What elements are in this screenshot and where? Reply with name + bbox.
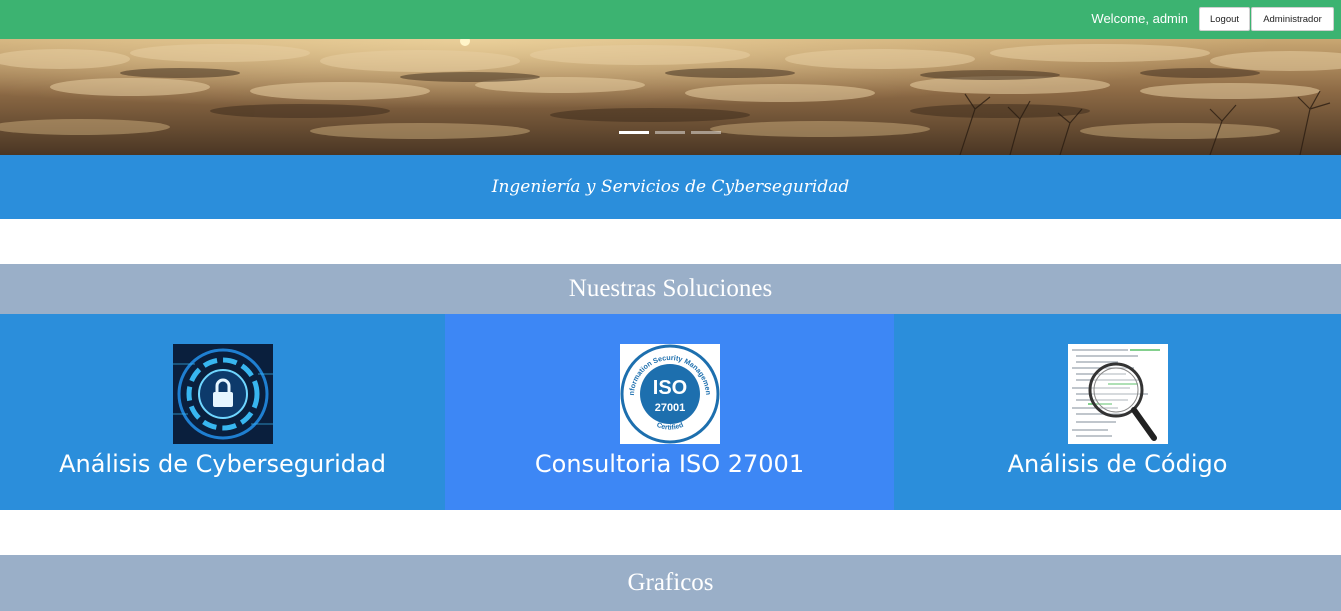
carousel-indicators: [619, 131, 721, 134]
iso-27001-certified-badge: Information Security Management ISO 2700…: [619, 344, 720, 444]
solution-code-analysis[interactable]: Análisis de Código: [894, 314, 1341, 510]
padlock-circuit-icon: [172, 344, 273, 444]
tagline-band: Ingeniería y Servicios de Cyberseguridad: [0, 155, 1341, 219]
badge-number-text: 27001: [654, 402, 685, 414]
carousel-indicator-1[interactable]: [619, 131, 649, 134]
solution-label: Análisis de Cyberseguridad: [59, 450, 386, 478]
charts-header: Graficos: [0, 555, 1341, 611]
badge-iso-text: ISO: [652, 377, 686, 399]
carousel-indicator-2[interactable]: [655, 131, 685, 134]
solutions-header: Nuestras Soluciones: [0, 264, 1341, 314]
top-navbar: Welcome, admin Logout Administrador: [0, 0, 1341, 39]
solutions-title: Nuestras Soluciones: [568, 275, 773, 302]
carousel-indicator-3[interactable]: [691, 131, 721, 134]
administrador-button[interactable]: Administrador: [1251, 7, 1334, 31]
magnifier-code-icon: [1067, 344, 1168, 444]
tagline-text: Ingeniería y Servicios de Cyberseguridad: [491, 177, 850, 197]
solution-cybersecurity-analysis[interactable]: Análisis de Cyberseguridad: [0, 314, 445, 510]
hero-carousel[interactable]: [0, 39, 1341, 155]
charts-title: Graficos: [627, 569, 714, 596]
solution-label: Análisis de Código: [1007, 450, 1228, 478]
solution-label: Consultoria ISO 27001: [534, 450, 805, 478]
hero-clouds-image: [0, 39, 1341, 155]
welcome-text: Welcome, admin: [1091, 11, 1188, 26]
solution-iso-27001-consulting[interactable]: Information Security Management ISO 2700…: [445, 314, 894, 510]
logout-button[interactable]: Logout: [1199, 7, 1250, 31]
